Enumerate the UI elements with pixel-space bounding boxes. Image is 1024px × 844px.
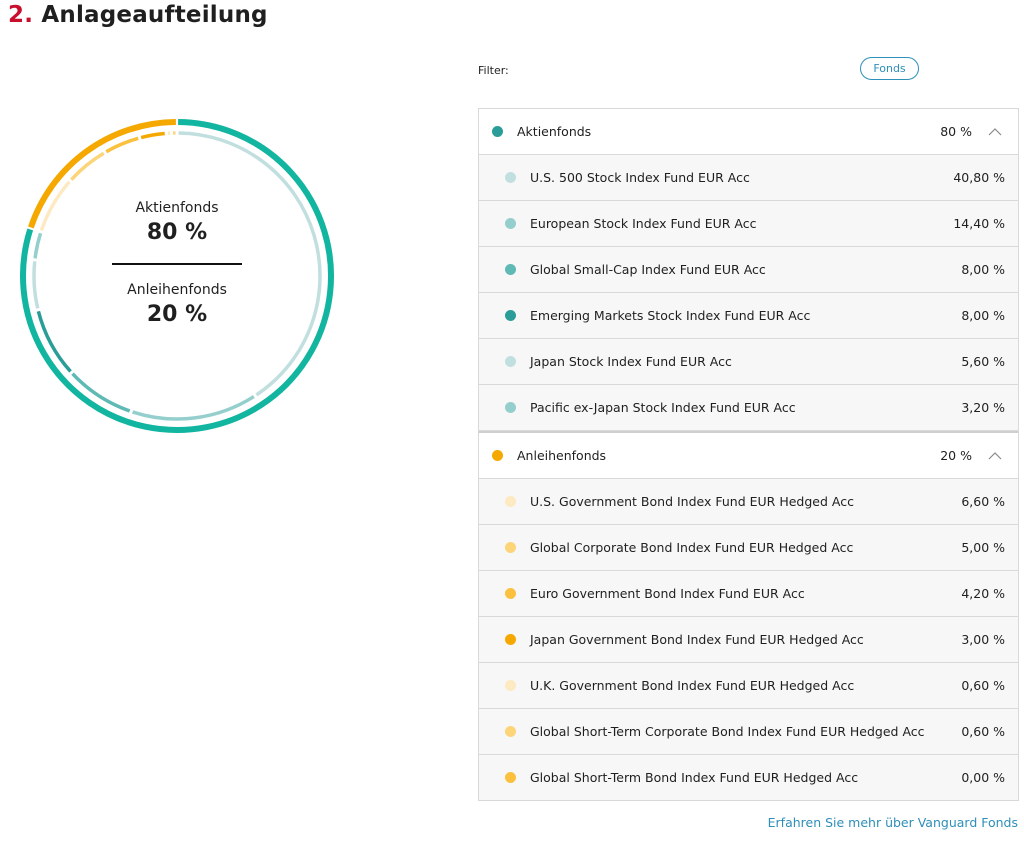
fund-percent: 3,00 % [961,632,1005,647]
fund-row: Global Small-Cap Index Fund EUR Acc 8,00 … [479,247,1018,293]
inner-ring-segment [32,261,40,309]
allocation-table: Aktienfonds 80 % U.S. 500 Stock Index Fund… [478,108,1019,801]
fund-name: Global Short-Term Corporate Bond Index F… [530,724,925,739]
fund-name: Global Short-Term Bond Index Fund EUR He… [530,770,859,785]
donut-center-summary: Aktienfonds 80 % Anleihenfonds 20 % [97,200,257,327]
fund-color-dot [505,542,516,553]
fund-row: Emerging Markets Stock Index Fund EUR Ac… [479,293,1018,339]
bond-summary-percent: 20 % [146,302,208,327]
inner-ring-segment [36,310,72,373]
chevron-up-icon[interactable] [986,447,1004,465]
fund-name: U.S. Government Bond Index Fund EUR Hedg… [530,494,854,509]
fund-name: Global Corporate Bond Index Fund EUR Hed… [530,540,854,555]
page-title: 2. Anlageaufteilung [8,2,268,28]
fund-row: Japan Government Bond Index Fund EUR Hed… [479,617,1018,663]
fund-color-dot [505,634,516,645]
fund-name: U.K. Government Bond Index Fund EUR Hedg… [530,678,855,693]
group-name: Anleihenfonds [517,448,607,463]
fund-percent: 0,60 % [961,678,1005,693]
bond-summary-label: Anleihenfonds [127,282,227,298]
fund-row: Pacific ex-Japan Stock Index Fund EUR Ac… [479,385,1018,431]
fund-name: Euro Government Bond Index Fund EUR Acc [530,586,805,601]
fund-percent: 6,60 % [961,494,1005,509]
fund-percent: 0,00 % [961,770,1005,785]
group-percent: 80 % [940,124,972,139]
fund-row: U.K. Government Bond Index Fund EUR Hedg… [479,663,1018,709]
fund-name: Pacific ex-Japan Stock Index Fund EUR Ac… [530,400,796,415]
group-color-dot [492,450,503,461]
fund-row: U.S. Government Bond Index Fund EUR Hedg… [479,479,1018,525]
fund-name: Japan Stock Index Fund EUR Acc [530,354,732,369]
fund-color-dot [505,402,516,413]
fund-row: Global Short-Term Bond Index Fund EUR He… [479,755,1018,801]
section-title: Anlageaufteilung [41,2,268,28]
fund-color-dot [505,310,516,321]
filter-label: Filter: [478,64,509,77]
fund-percent: 40,80 % [953,170,1005,185]
fund-percent: 5,00 % [961,540,1005,555]
fund-percent: 0,60 % [961,724,1005,739]
fund-percent: 8,00 % [961,308,1005,323]
fund-color-dot [505,172,516,183]
fund-color-dot [505,588,516,599]
fund-row: European Stock Index Fund EUR Acc 14,40 % [479,201,1018,247]
inner-ring-segment [39,180,71,231]
group-row[interactable]: Aktienfonds 80 % [479,109,1018,155]
section-number: 2. [8,2,34,28]
equity-summary-label: Aktienfonds [135,200,219,216]
summary-divider [112,263,242,265]
fund-color-dot [505,264,516,275]
fund-row: Japan Stock Index Fund EUR Acc 5,60 % [479,339,1018,385]
inner-ring-segment [140,131,165,140]
fund-percent: 5,60 % [961,354,1005,369]
fund-color-dot [505,496,516,507]
fund-color-dot [505,356,516,367]
fund-row: U.S. 500 Stock Index Fund EUR Acc 40,80 % [479,155,1018,201]
group-name: Aktienfonds [517,124,592,139]
inner-ring-segment [33,232,43,259]
fund-percent: 4,20 % [961,586,1005,601]
fonds-filter-button[interactable]: Fonds [860,57,919,80]
fund-percent: 8,00 % [961,262,1005,277]
group-percent: 20 % [940,448,972,463]
inner-ring-segment [105,136,139,154]
learn-more-link[interactable]: Erfahren Sie mehr über Vanguard Fonds [768,815,1018,830]
fund-row: Global Corporate Bond Index Fund EUR Hed… [479,525,1018,571]
fund-color-dot [505,772,516,783]
fund-color-dot [505,218,516,229]
equity-summary-percent: 80 % [146,220,208,245]
group-color-dot [492,126,503,137]
fund-percent: 3,20 % [961,400,1005,415]
fund-row: Global Short-Term Corporate Bond Index F… [479,709,1018,755]
fund-row: Euro Government Bond Index Fund EUR Acc 4… [479,571,1018,617]
fund-name: Japan Government Bond Index Fund EUR Hed… [530,632,864,647]
fund-color-dot [505,680,516,691]
inner-ring-segment [71,372,131,413]
fund-name: European Stock Index Fund EUR Acc [530,216,757,231]
fund-name: Global Small-Cap Index Fund EUR Acc [530,262,766,277]
fund-color-dot [505,726,516,737]
fund-name: Emerging Markets Stock Index Fund EUR Ac… [530,308,811,323]
fund-name: U.S. 500 Stock Index Fund EUR Acc [530,170,750,185]
group-row[interactable]: Anleihenfonds 20 % [479,431,1018,479]
fund-percent: 14,40 % [953,216,1005,231]
chevron-up-icon[interactable] [986,123,1004,141]
